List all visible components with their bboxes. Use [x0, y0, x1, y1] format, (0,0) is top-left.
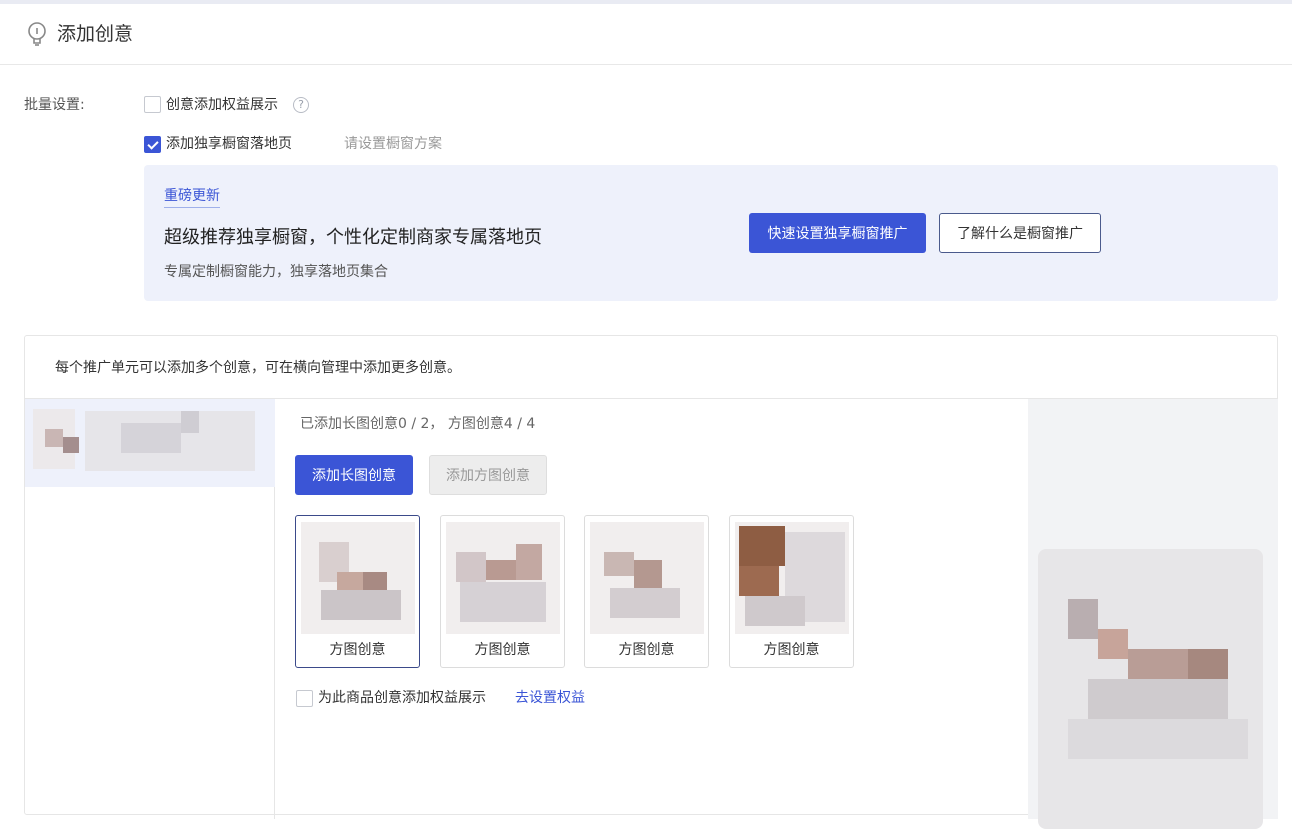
- promo-headline: 超级推荐独享橱窗，个性化定制商家专属落地页: [164, 227, 542, 248]
- add-square-image-button: 添加方图创意: [429, 455, 547, 495]
- rights-checkbox-label[interactable]: 为此商品创意添加权益展示: [318, 688, 486, 708]
- creative-card-label: 方图创意: [474, 642, 531, 658]
- promo-subtitle: 专属定制橱窗能力，独享落地页集合: [164, 264, 388, 280]
- page-title: 添加创意: [57, 23, 134, 45]
- creative-card[interactable]: 方图创意: [584, 515, 709, 668]
- creative-card-label: 方图创意: [618, 642, 675, 658]
- learn-window-button[interactable]: 了解什么是橱窗推广: [939, 213, 1101, 253]
- window-plan-hint[interactable]: 请设置橱窗方案: [344, 134, 442, 154]
- rights-checkbox[interactable]: [296, 690, 313, 707]
- promo-tag: 重磅更新: [164, 186, 220, 208]
- page-header: 添加创意: [0, 4, 1292, 65]
- creative-card[interactable]: 方图创意: [440, 515, 565, 668]
- creative-thumbnail: [735, 522, 849, 634]
- quick-setup-window-button[interactable]: 快速设置独享橱窗推广: [749, 213, 926, 253]
- creative-thumbnail: [446, 522, 560, 634]
- promo-banner: 重磅更新 超级推荐独享橱窗，个性化定制商家专属落地页 专属定制橱窗能力，独享落地…: [144, 165, 1278, 301]
- creative-card[interactable]: 方图创意: [729, 515, 854, 668]
- panel-note: 每个推广单元可以添加多个创意，可在横向管理中添加更多创意。: [55, 360, 461, 376]
- creative-card-label: 方图创意: [763, 642, 820, 658]
- exclusive-window-checkbox[interactable]: [144, 136, 161, 153]
- unit-list-item-selected[interactable]: [25, 399, 275, 487]
- creative-thumbnail: [301, 522, 415, 634]
- creative-card-label: 方图创意: [329, 642, 386, 658]
- creative-count: 已添加长图创意0 / 2， 方图创意4 / 4: [300, 416, 536, 432]
- add-long-image-button[interactable]: 添加长图创意: [295, 455, 413, 495]
- creative-card[interactable]: 方图创意: [295, 515, 420, 668]
- preview-pane: [1028, 399, 1278, 829]
- exclusive-window-label[interactable]: 添加独享橱窗落地页: [166, 134, 292, 154]
- rights-display-label[interactable]: 创意添加权益展示: [166, 95, 278, 115]
- batch-settings-label: 批量设置:: [24, 97, 85, 113]
- set-rights-link[interactable]: 去设置权益: [515, 688, 585, 708]
- unit-list: [25, 399, 275, 819]
- creative-thumbnail: [590, 522, 704, 634]
- help-icon[interactable]: ?: [293, 97, 309, 113]
- lightbulb-icon: [28, 22, 46, 46]
- rights-display-checkbox[interactable]: [144, 96, 161, 113]
